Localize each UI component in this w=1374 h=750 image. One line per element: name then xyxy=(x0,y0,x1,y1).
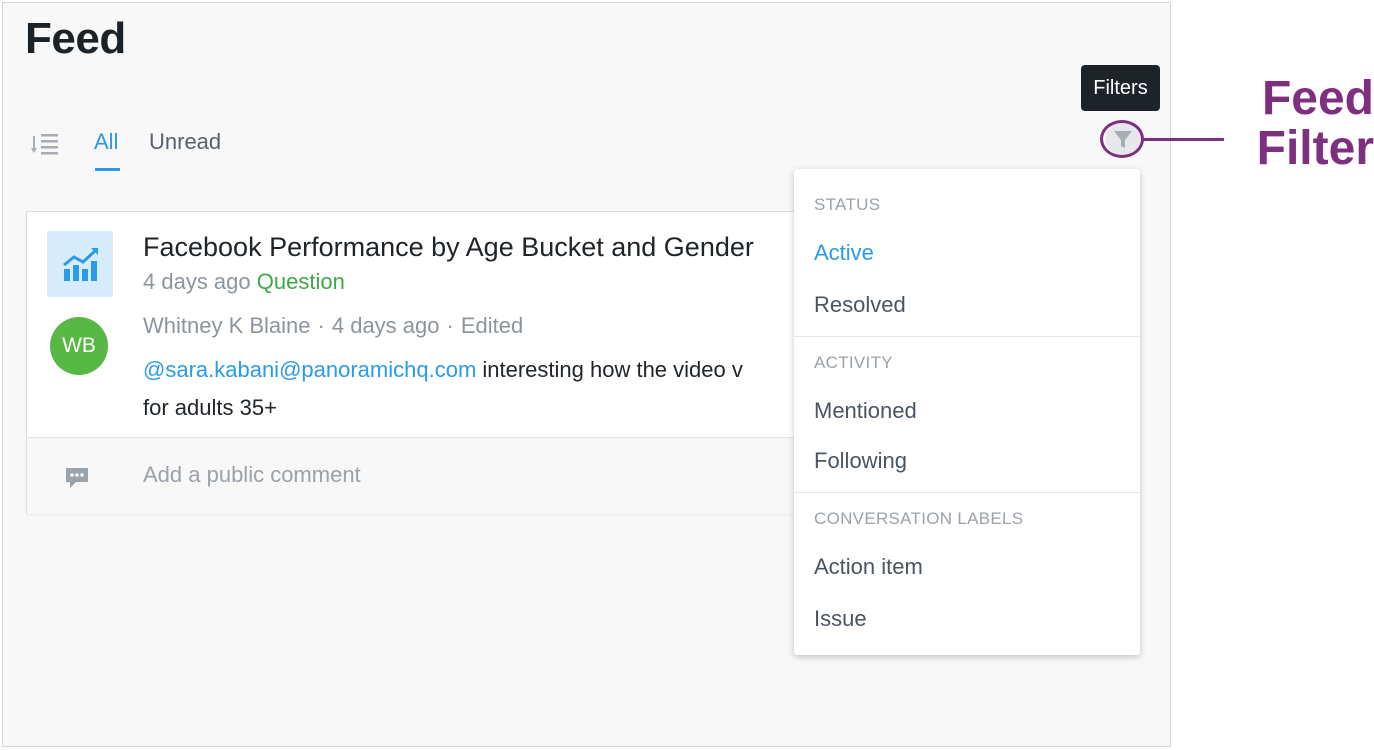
filters-tooltip: Filters xyxy=(1081,65,1160,111)
annotation-line xyxy=(1143,138,1224,141)
comment-meta: Whitney K Blaine · 4 days ago · Edited xyxy=(143,313,523,339)
trending-chart-icon xyxy=(63,248,98,281)
filter-item-issue[interactable]: Issue xyxy=(814,606,867,632)
annotation-label: Feed Filter xyxy=(1246,74,1374,174)
comment-bubble-icon xyxy=(66,468,88,488)
mention-link[interactable]: @sara.kabani@panoramichq.com xyxy=(143,357,476,382)
separator-dot: · xyxy=(446,313,454,338)
add-comment-row[interactable]: Add a public comment xyxy=(27,437,845,514)
active-tab-indicator xyxy=(95,168,120,171)
filter-item-mentioned[interactable]: Mentioned xyxy=(814,398,917,424)
comment-input[interactable]: Add a public comment xyxy=(143,462,743,488)
card-type-label: Question xyxy=(256,269,345,294)
sort-descending-icon[interactable] xyxy=(31,130,61,160)
filter-item-resolved[interactable]: Resolved xyxy=(814,292,906,318)
annotation-ring xyxy=(1100,120,1144,158)
card-meta: 4 days ago Question xyxy=(143,269,345,295)
separator-dot: · xyxy=(317,313,325,338)
tab-unread[interactable]: Unread xyxy=(149,129,221,155)
filter-item-action-item[interactable]: Action item xyxy=(814,554,923,580)
section-header-activity: ACTIVITY xyxy=(814,353,893,372)
comment-text-line2: for adults 35+ xyxy=(143,395,277,420)
avatar[interactable]: WB xyxy=(50,317,108,375)
divider xyxy=(794,336,1140,337)
annotation-line2: Filter xyxy=(1256,122,1374,175)
section-header-conversation-labels: CONVERSATION LABELS xyxy=(814,509,1024,528)
comment-time: 4 days ago xyxy=(331,313,440,338)
filters-dropdown: STATUS Active Resolved ACTIVITY Mentione… xyxy=(794,169,1140,655)
divider xyxy=(794,492,1140,493)
feed-card[interactable]: Facebook Performance by Age Bucket and G… xyxy=(26,211,846,514)
comment-author[interactable]: Whitney K Blaine xyxy=(143,313,311,338)
tab-all[interactable]: All xyxy=(94,129,118,155)
comment-text: interesting how the video v xyxy=(476,357,743,382)
section-header-status: STATUS xyxy=(814,195,881,214)
chart-thumbnail[interactable] xyxy=(47,231,113,297)
card-title[interactable]: Facebook Performance by Age Bucket and G… xyxy=(143,232,754,263)
comment-edited-label: Edited xyxy=(460,313,524,338)
filter-item-active[interactable]: Active xyxy=(814,240,874,266)
comment-body: @sara.kabani@panoramichq.com interesting… xyxy=(143,351,803,427)
filter-item-following[interactable]: Following xyxy=(814,448,907,474)
card-time: 4 days ago xyxy=(143,269,251,294)
annotation-line1: Feed xyxy=(1261,72,1374,125)
page-title: Feed xyxy=(25,14,126,63)
